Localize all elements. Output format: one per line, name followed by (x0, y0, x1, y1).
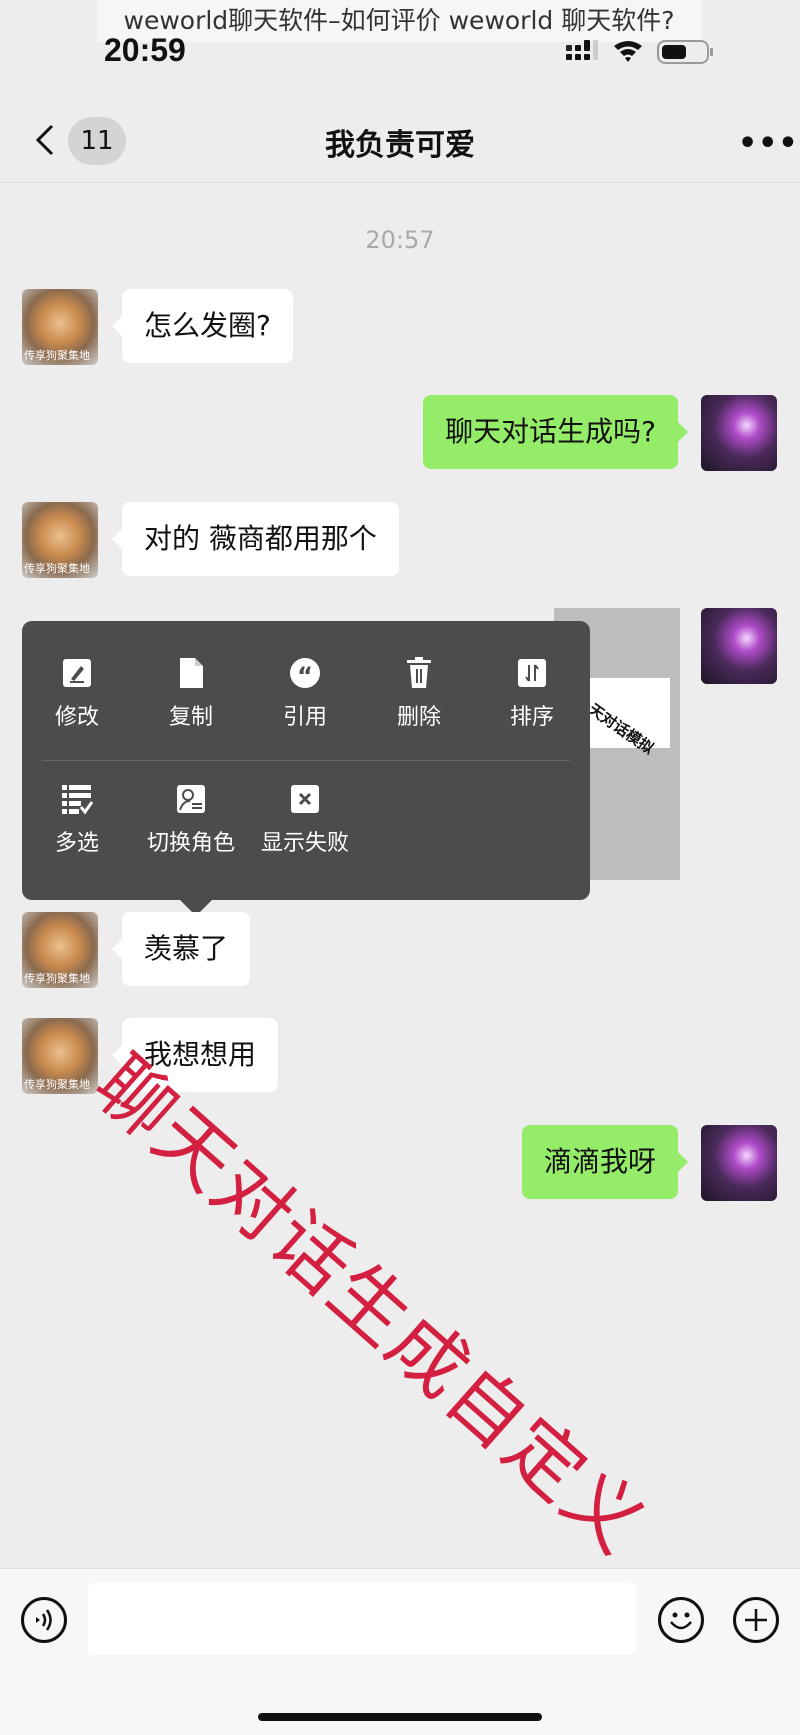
voice-icon[interactable] (21, 1597, 67, 1643)
wifi-icon (614, 41, 642, 62)
avatar[interactable]: 传享狗聚集地 (22, 912, 98, 988)
menu-item-quote[interactable]: “ 引用 (250, 657, 360, 731)
switch-role-icon (177, 785, 205, 813)
message-timestamp: 20:57 (365, 226, 435, 254)
emoji-icon[interactable] (658, 1597, 704, 1643)
unread-count-badge[interactable]: 11 (68, 117, 126, 165)
message-bubble[interactable]: 聊天对话生成吗? (423, 395, 688, 469)
context-menu: 修改 复制 “ 引用 删除 排序 多选 切换角色 显示失败 (22, 621, 590, 916)
quote-icon: “ (290, 658, 320, 689)
copy-icon (180, 658, 203, 688)
avatar-caption: 传享狗聚集地 (24, 562, 90, 575)
menu-item-switch-role[interactable]: 切换角色 (136, 783, 246, 857)
chat-title: 我负责可爱 (325, 128, 475, 163)
menu-item-label: 切换角色 (146, 831, 235, 856)
svg-text:“: “ (297, 662, 313, 689)
avatar[interactable]: 传享狗聚集地 (22, 502, 98, 578)
message-bubble[interactable]: 对的 薇商都用那个 (112, 502, 399, 576)
signal-icon (566, 40, 598, 60)
menu-item-label: 多选 (54, 831, 99, 856)
menu-item-copy[interactable]: 复制 (136, 657, 246, 731)
chevron-left-icon[interactable] (28, 120, 68, 160)
trash-icon (407, 657, 431, 688)
avatar[interactable] (701, 608, 777, 684)
watermark: 聊天对话生成自定义 (78, 1038, 664, 1571)
menu-item-edit[interactable]: 修改 (22, 657, 132, 731)
menu-item-label: 引用 (282, 705, 327, 730)
fail-icon (291, 785, 319, 813)
menu-item-label: 排序 (509, 705, 554, 730)
message-bubble[interactable]: 滴滴我呀 (521, 1125, 689, 1199)
menu-item-label: 修改 (54, 705, 99, 730)
message-bubble[interactable]: 怎么发圈? (112, 289, 293, 363)
avatar[interactable]: 传享狗聚集地 (22, 289, 98, 365)
plus-icon[interactable] (733, 1597, 779, 1643)
menu-item-multiselect[interactable]: 多选 (22, 783, 132, 857)
avatar[interactable]: 传享狗聚集地 (22, 1018, 98, 1094)
home-indicator[interactable] (258, 1713, 542, 1721)
status-icons (566, 40, 736, 72)
avatar-caption: 传享狗聚集地 (24, 1078, 90, 1091)
avatar[interactable] (701, 1125, 777, 1201)
menu-item-delete[interactable]: 删除 (364, 657, 474, 731)
multiselect-icon (62, 785, 93, 815)
caption-banner: weworld聊天软件–如何评价 weworld 聊天软件? (97, 0, 701, 42)
message-bubble[interactable]: 羡慕了 (111, 912, 251, 986)
menu-item-label: 复制 (168, 705, 213, 730)
menu-item-show-failed[interactable]: 显示失败 (250, 783, 360, 857)
menu-item-label: 显示失败 (260, 831, 349, 856)
menu-divider (42, 760, 570, 761)
sort-icon (518, 659, 546, 687)
avatar-caption: 传享狗聚集地 (24, 349, 90, 362)
battery-icon (657, 40, 713, 64)
more-icon[interactable]: ••• (738, 126, 799, 161)
avatar[interactable] (701, 395, 777, 471)
avatar-caption: 传享狗聚集地 (24, 972, 90, 985)
edit-icon (63, 659, 91, 687)
status-time: 20:59 (104, 32, 186, 68)
message-input[interactable] (88, 1583, 636, 1655)
menu-item-sort[interactable]: 排序 (477, 657, 587, 731)
menu-item-label: 删除 (396, 705, 441, 730)
